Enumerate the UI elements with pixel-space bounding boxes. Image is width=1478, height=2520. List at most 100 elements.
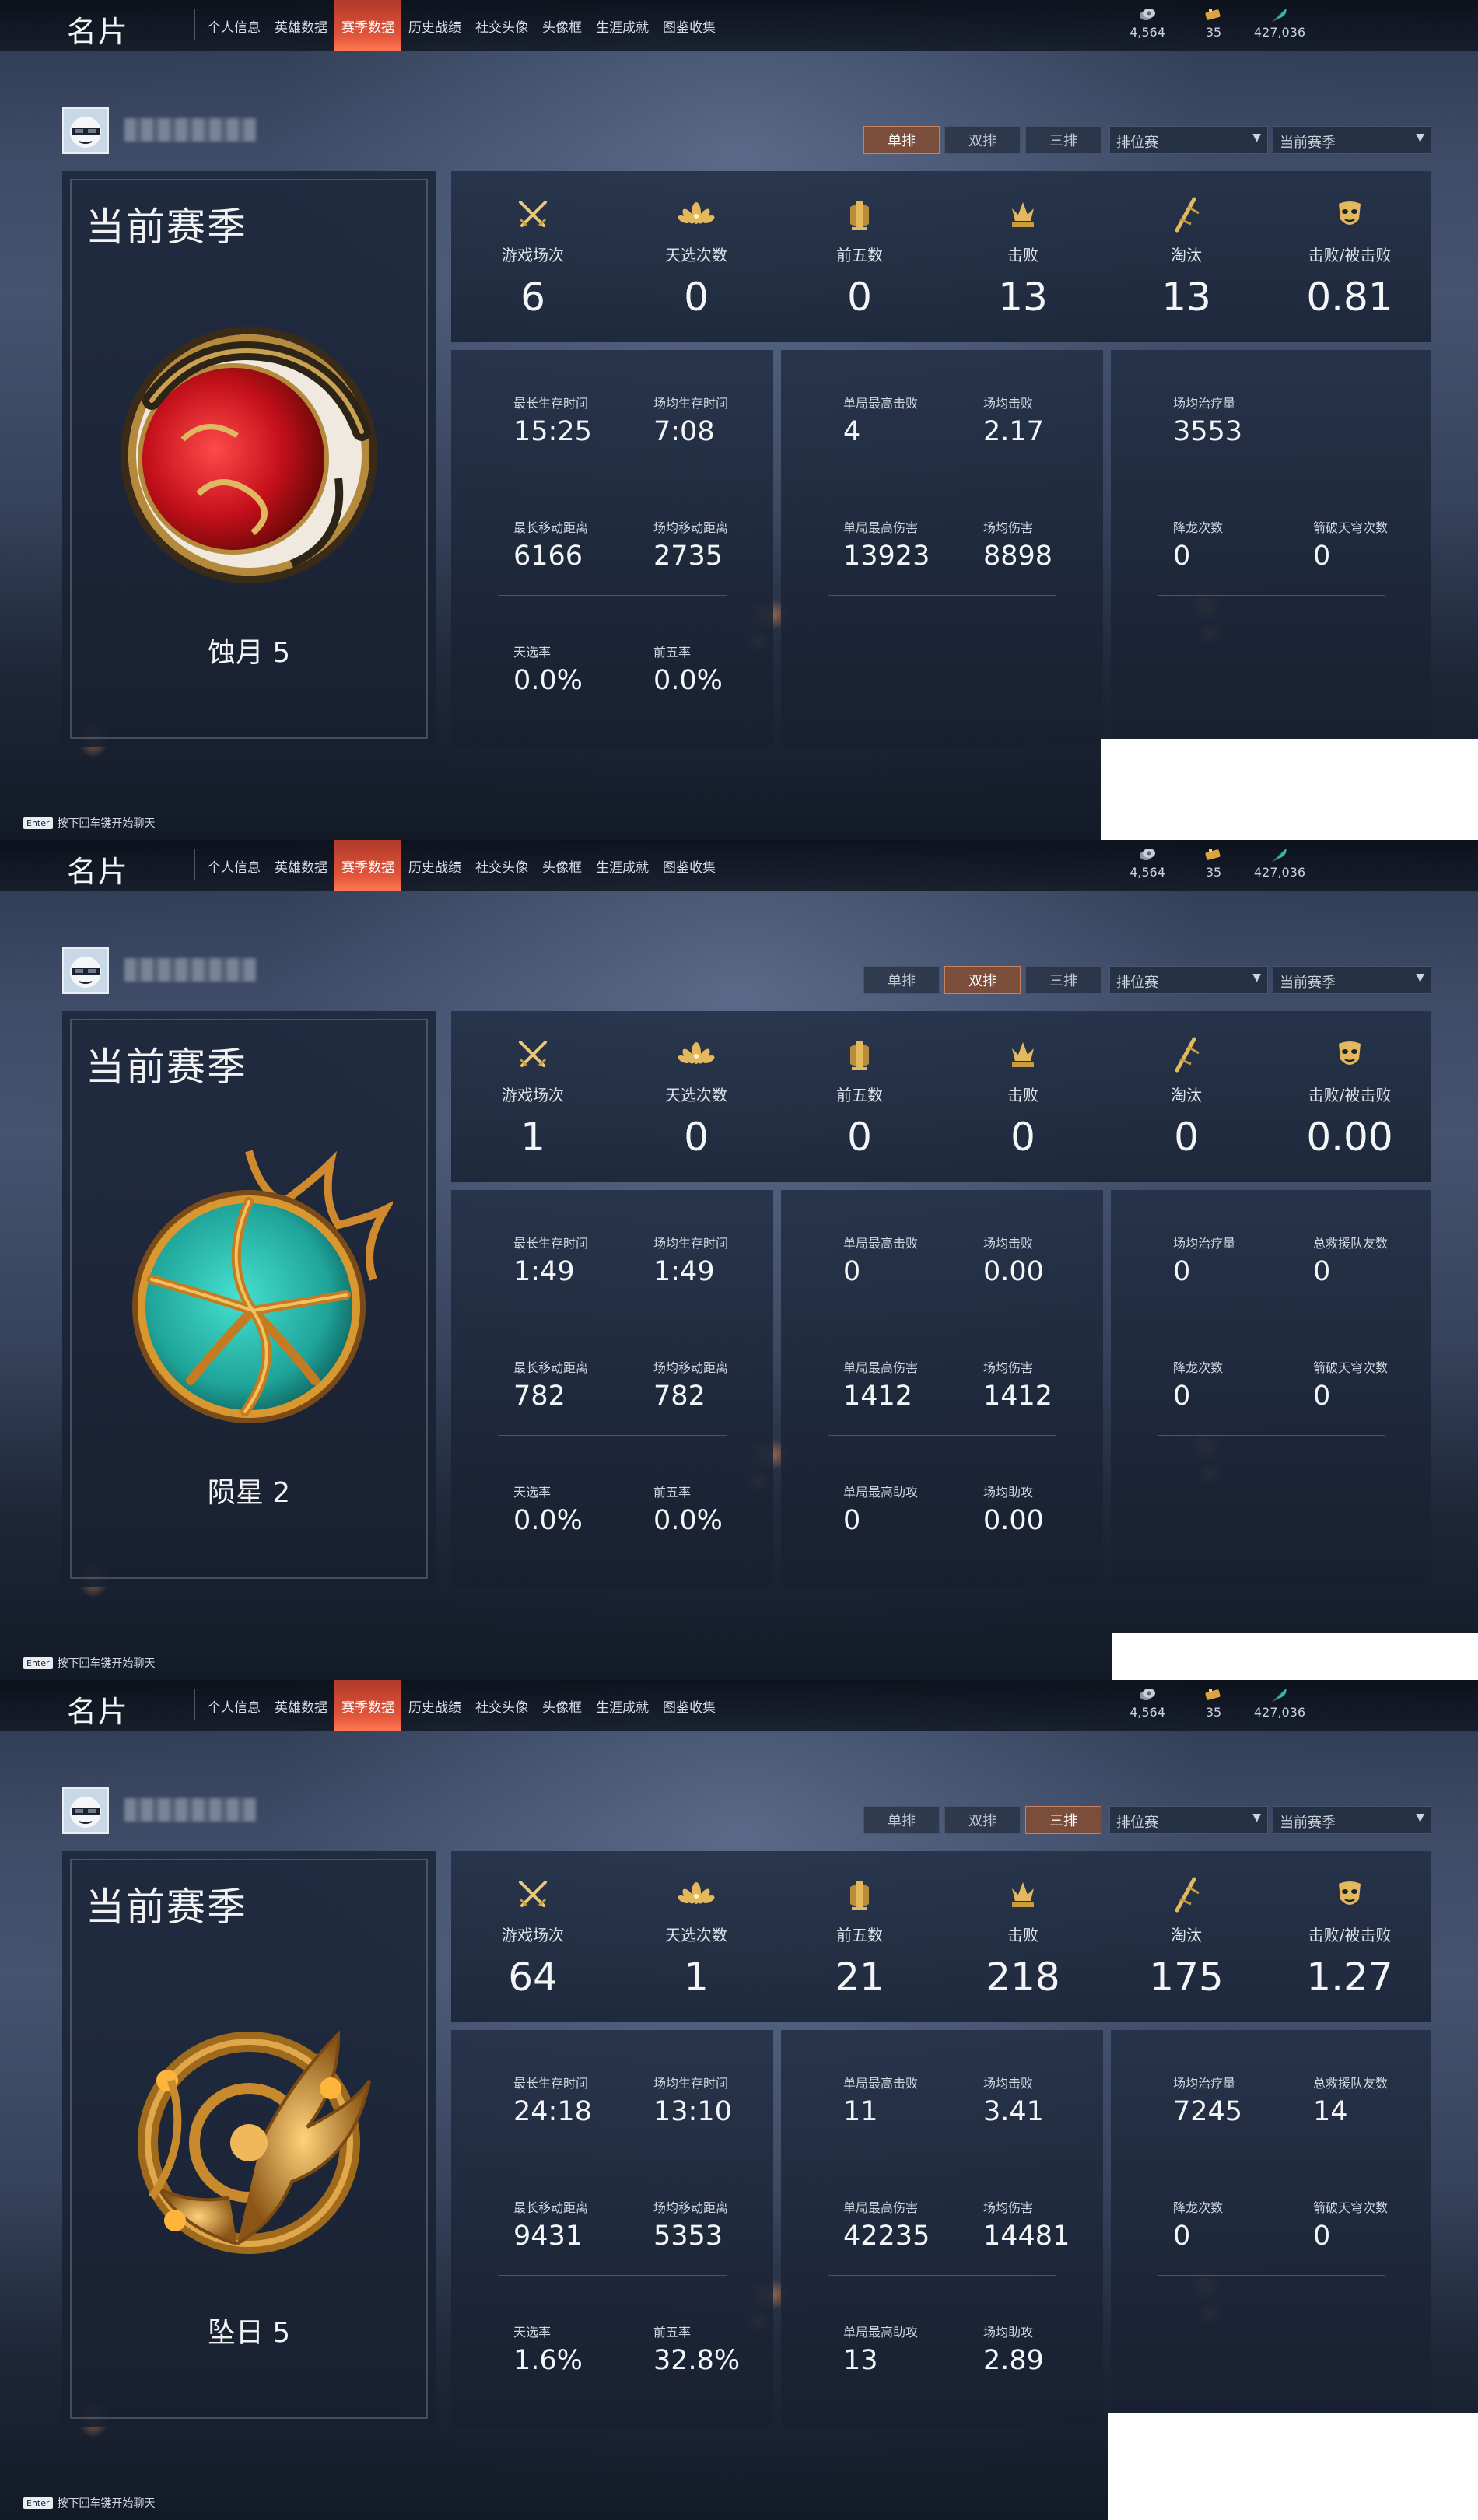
detail-stat-label: 天选率 — [513, 645, 552, 660]
nav-tab-3[interactable]: 赛季数据 — [334, 1680, 401, 1731]
chat-hint-text: 按下回车键开始聊天 — [57, 817, 156, 830]
detail-stat-label: 最长生存时间 — [513, 1236, 589, 1251]
summary-stat-value: 0 — [684, 1115, 709, 1160]
nav-tab-8[interactable]: 图鉴收集 — [656, 0, 723, 51]
mode-option-2[interactable]: 双排 — [944, 966, 1021, 994]
mode-option-1[interactable]: 单排 — [863, 966, 940, 994]
summary-stat-label: 前五数 — [836, 246, 883, 264]
mode-selector: 单排 双排 三排 — [863, 126, 1106, 154]
nav-tab-2[interactable]: 英雄数据 — [268, 1680, 334, 1731]
summary-stat-value: 13 — [1161, 275, 1211, 320]
summary-stat: 前五数 0 — [778, 171, 941, 342]
avatar[interactable] — [62, 107, 109, 154]
slash-icon — [1168, 1876, 1205, 1913]
pillar-icon — [841, 1876, 878, 1913]
mode-option-3[interactable]: 三排 — [1025, 126, 1101, 154]
season-select[interactable]: 当前赛季 ▼ — [1273, 126, 1431, 154]
detail-stat: 场均移动距离 2735 — [653, 517, 728, 572]
summary-stat-label: 淘汰 — [1171, 1086, 1202, 1104]
summary-stat: 游戏场次 64 — [451, 1851, 615, 2022]
queue-select[interactable]: 排位赛 ▼ — [1109, 1806, 1268, 1834]
currency-3: 427,036 — [1245, 846, 1315, 880]
detail-stat: 箭破天穹次数 0 — [1313, 1357, 1388, 1412]
detail-stat-value: 782 — [513, 1381, 566, 1412]
feather-icon — [1270, 846, 1290, 863]
detail-panel-3: 场均治疗量 3553 降龙次数 0 箭破天穹次数 0 — [1111, 350, 1431, 747]
queue-select[interactable]: 排位赛 ▼ — [1109, 966, 1268, 994]
avatar[interactable] — [62, 947, 109, 994]
summary-stat-label: 击败 — [1007, 1086, 1038, 1104]
queue-select[interactable]: 排位赛 ▼ — [1109, 126, 1268, 154]
feather-icon — [1270, 1686, 1290, 1703]
detail-stat-label: 场均助攻 — [983, 1485, 1034, 1500]
detail-stat: 单局最高击败 0 — [843, 1233, 918, 1287]
detail-stat-value: 7245 — [1173, 2096, 1243, 2127]
mode-option-3[interactable]: 三排 — [1025, 966, 1101, 994]
currency-1: 4,564 — [1112, 6, 1182, 40]
summary-stat: 击败/被击败 0.81 — [1268, 171, 1431, 342]
player-name-blurred — [124, 1798, 257, 1822]
rank-name: 蚀月 5 — [207, 637, 291, 669]
season-select[interactable]: 当前赛季 ▼ — [1273, 1806, 1431, 1834]
season-title: 当前赛季 — [86, 205, 247, 250]
nav-tab-7[interactable]: 生涯成就 — [589, 0, 656, 51]
detail-panel-3: 场均治疗量 0 总救援队友数 0 降龙次数 0 箭破天穹次数 0 — [1111, 1190, 1431, 1587]
detail-stat: 场均生存时间 7:08 — [653, 393, 728, 447]
nav-tab-4[interactable]: 历史战绩 — [401, 0, 468, 51]
top-nav-bar: 名片 个人信息 英雄数据 赛季数据 历史战绩 社交头像 头像框 生涯成就 图鉴收集 4,564 35… — [0, 1680, 1478, 1731]
chat-hint: Enter 按下回车键开始聊天 — [23, 1655, 156, 1671]
nav-tab-2[interactable]: 英雄数据 — [268, 0, 334, 51]
nav-tab-6[interactable]: 头像框 — [535, 840, 589, 891]
detail-stat-label: 单局最高伤害 — [843, 520, 919, 535]
detail-stat-label: 场均治疗量 — [1173, 2076, 1236, 2091]
nav-tab-7[interactable]: 生涯成就 — [589, 840, 656, 891]
nav-tab-1[interactable]: 个人信息 — [201, 0, 268, 51]
ticket-icon — [1203, 1686, 1224, 1703]
detail-stat: 场均生存时间 1:49 — [653, 1233, 728, 1287]
meteor-emblem — [105, 1147, 396, 1435]
nav-tab-5[interactable]: 社交头像 — [468, 0, 535, 51]
nav-tab-8[interactable]: 图鉴收集 — [656, 1680, 723, 1731]
coin-icon — [1137, 6, 1158, 23]
detail-stat-value: 1:49 — [653, 1256, 715, 1287]
detail-stat: 最长移动距离 782 — [513, 1357, 588, 1412]
screen-3: 名片 个人信息 英雄数据 赛季数据 历史战绩 社交头像 头像框 生涯成就 图鉴收集 4,564 35… — [0, 1680, 1478, 2520]
nav-tab-8[interactable]: 图鉴收集 — [656, 840, 723, 891]
nav-tab-4[interactable]: 历史战绩 — [401, 840, 468, 891]
nav-tab-1[interactable]: 个人信息 — [201, 1680, 268, 1731]
nav-tab-1[interactable]: 个人信息 — [201, 840, 268, 891]
nav-tab-7[interactable]: 生涯成就 — [589, 1680, 656, 1731]
nav-tab-5[interactable]: 社交头像 — [468, 1680, 535, 1731]
nav-divider — [194, 849, 195, 880]
queue-select-value: 排位赛 — [1116, 135, 1158, 151]
mode-option-1[interactable]: 单排 — [863, 126, 940, 154]
nav-tab-2[interactable]: 英雄数据 — [268, 840, 334, 891]
detail-stat: 箭破天穹次数 0 — [1313, 2197, 1388, 2252]
detail-stat: 总救援队友数 14 — [1313, 2073, 1388, 2127]
nav-tab-4[interactable]: 历史战绩 — [401, 1680, 468, 1731]
detail-stat: 单局最高助攻 0 — [843, 1482, 918, 1536]
detail-stat: 前五率 0.0% — [653, 1482, 723, 1536]
mode-option-2[interactable]: 双排 — [944, 1806, 1021, 1834]
detail-stat-label: 箭破天穹次数 — [1313, 520, 1389, 535]
detail-stat-value: 0 — [1313, 1381, 1331, 1412]
summary-stat-value: 64 — [508, 1955, 558, 2000]
mode-option-2[interactable]: 双排 — [944, 126, 1021, 154]
summary-stat-value: 0 — [1174, 1115, 1199, 1160]
mode-option-3[interactable]: 三排 — [1025, 1806, 1101, 1834]
detail-stat: 前五率 0.0% — [653, 642, 723, 696]
player-name-blurred — [124, 118, 257, 142]
nav-tab-3[interactable]: 赛季数据 — [334, 840, 401, 891]
summary-stat: 前五数 21 — [778, 1851, 941, 2022]
season-select[interactable]: 当前赛季 ▼ — [1273, 966, 1431, 994]
nav-tab-3[interactable]: 赛季数据 — [334, 0, 401, 51]
row-divider — [828, 2275, 1056, 2276]
mode-option-1[interactable]: 单排 — [863, 1806, 940, 1834]
detail-stat-label: 单局最高助攻 — [843, 1485, 919, 1500]
nav-tab-5[interactable]: 社交头像 — [468, 840, 535, 891]
nav-tab-6[interactable]: 头像框 — [535, 1680, 589, 1731]
nav-tab-6[interactable]: 头像框 — [535, 0, 589, 51]
avatar[interactable] — [62, 1787, 109, 1834]
detail-stat: 单局最高助攻 13 — [843, 2322, 918, 2376]
detail-stat: 场均生存时间 13:10 — [653, 2073, 732, 2127]
